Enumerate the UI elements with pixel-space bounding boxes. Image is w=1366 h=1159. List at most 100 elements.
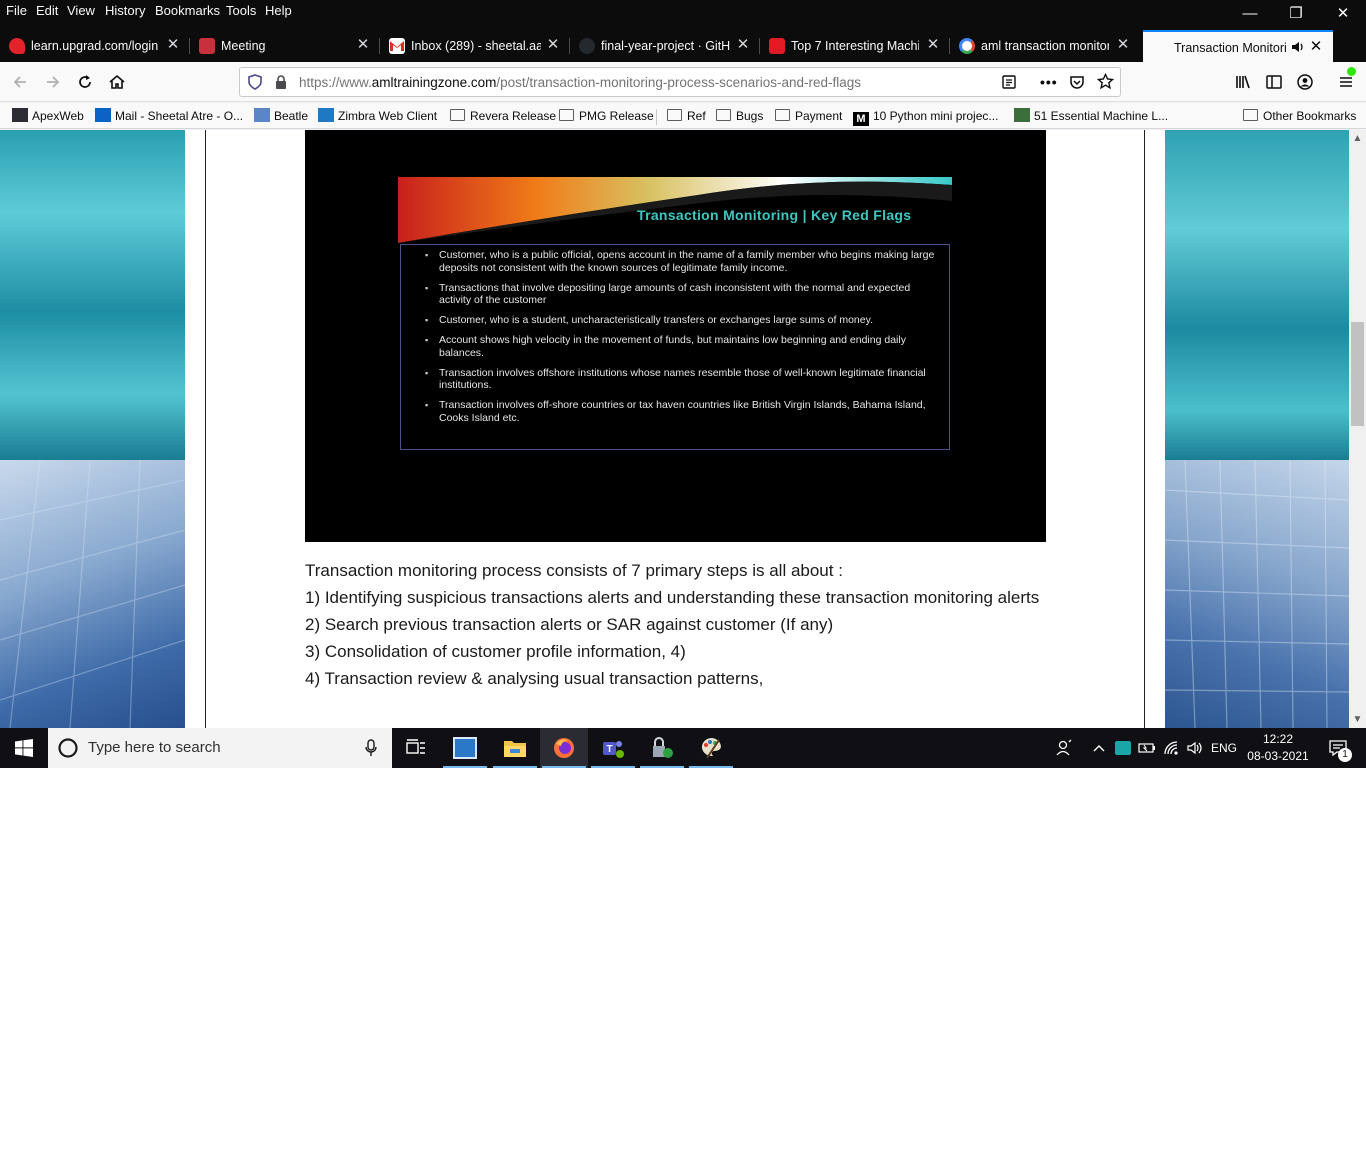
reader-view-icon[interactable] — [1001, 74, 1017, 95]
tab-upgrad[interactable]: learn.upgrad.com/login ✕ — [0, 30, 190, 62]
close-tab-icon[interactable]: ✕ — [1308, 39, 1324, 55]
taskbar-app-firefox[interactable] — [540, 728, 588, 768]
library-button[interactable] — [1229, 68, 1257, 96]
menu-history[interactable]: History — [105, 2, 145, 20]
site-icon — [1014, 108, 1030, 122]
url-text[interactable]: https://www.amltrainingzone.com/post/tra… — [299, 74, 861, 92]
article-paragraph: Transaction monitoring process consists … — [305, 561, 843, 580]
network-indicator[interactable] — [1160, 728, 1184, 768]
bookmark-folder-revera[interactable]: Revera Release — [450, 107, 556, 125]
menu-view[interactable]: View — [67, 2, 95, 20]
taskbar-app-paint[interactable] — [687, 728, 735, 768]
red-flag-item: Customer, who is a student, uncharacteri… — [401, 314, 949, 327]
show-hidden-icons-button[interactable] — [1088, 728, 1110, 768]
app-menu-button[interactable] — [1332, 66, 1360, 96]
google-icon — [959, 38, 975, 54]
close-tab-icon[interactable]: ✕ — [925, 37, 941, 53]
taskbar-search-box[interactable]: Type here to search — [48, 728, 392, 768]
reload-icon — [79, 75, 91, 88]
bookmark-star-icon[interactable] — [1096, 72, 1115, 95]
bookmark-mail[interactable]: Mail - Sheetal Atre - O... — [95, 107, 243, 125]
bookmark-folder-other[interactable]: Other Bookmarks — [1243, 107, 1356, 125]
tab-title: aml transaction monitor — [981, 39, 1109, 53]
microphone-icon[interactable] — [364, 739, 378, 757]
bookmark-apexweb[interactable]: ApexWeb — [12, 107, 84, 125]
minimize-button[interactable]: — — [1227, 0, 1273, 28]
taskbar-app-vpn[interactable] — [638, 728, 686, 768]
clock[interactable]: 12:22 08-03-2021 — [1242, 728, 1314, 768]
menu-file[interactable]: File — [6, 2, 27, 20]
close-tab-icon[interactable]: ✕ — [355, 37, 371, 53]
tab-meeting[interactable]: Meeting ✕ — [190, 30, 380, 62]
menu-bookmarks[interactable]: Bookmarks — [155, 2, 220, 20]
page-scrollbar[interactable]: ▲ ▼ — [1349, 130, 1366, 728]
tab-github[interactable]: final-year-project · GitHu ✕ — [570, 30, 760, 62]
input-language[interactable]: ENG — [1208, 728, 1240, 768]
back-button[interactable] — [6, 68, 34, 96]
folder-icon — [775, 109, 790, 121]
home-button[interactable] — [103, 68, 131, 96]
tab-transaction-monitoring[interactable]: Transaction Monitori ✕ — [1143, 30, 1333, 62]
article-icon — [769, 38, 785, 54]
restore-button[interactable]: ❐ — [1273, 0, 1319, 28]
pocket-icon[interactable] — [1069, 74, 1085, 95]
menu-edit[interactable]: Edit — [36, 2, 58, 20]
volume-indicator[interactable] — [1184, 728, 1206, 768]
menu-help[interactable]: Help — [265, 2, 292, 20]
address-bar[interactable]: https://www.amltrainingzone.com/post/tra… — [239, 67, 1121, 97]
bookmark-folder-bugs[interactable]: Bugs — [716, 107, 763, 125]
close-tab-icon[interactable]: ✕ — [735, 37, 751, 53]
action-center-button[interactable]: 1 — [1318, 728, 1358, 768]
video-slide[interactable]: Transaction Monitoring | Key Red Flags C… — [305, 130, 1046, 542]
scroll-up-arrow-icon[interactable]: ▲ — [1349, 130, 1366, 147]
bookmark-folder-payment[interactable]: Payment — [775, 107, 842, 125]
close-tab-icon[interactable]: ✕ — [545, 37, 561, 53]
bookmark-folder-pmg[interactable]: PMG Release — [559, 107, 654, 125]
taskbar-app-file-explorer[interactable] — [491, 728, 539, 768]
menu-tools[interactable]: Tools — [226, 2, 256, 20]
bookmark-folder-ref[interactable]: Ref — [667, 107, 706, 125]
bookmark-zimbra[interactable]: Zimbra Web Client — [318, 107, 437, 125]
tracking-protection-shield-icon[interactable] — [247, 74, 263, 95]
taskbar-app-teams[interactable]: T — [589, 728, 637, 768]
apexweb-icon — [12, 108, 28, 122]
update-badge-icon — [1346, 66, 1357, 77]
tab-title: final-year-project · GitHu — [601, 39, 731, 53]
red-flag-item: Transactions that involve depositing lar… — [401, 282, 949, 308]
lock-icon[interactable] — [274, 74, 288, 95]
page-actions-menu-icon[interactable]: ••• — [1040, 74, 1058, 90]
close-tab-icon[interactable]: ✕ — [1115, 37, 1131, 53]
bookmark-machine-learning[interactable]: 51 Essential Machine L... — [1014, 107, 1168, 125]
sidebar-toggle-button[interactable] — [1260, 68, 1288, 96]
reload-button[interactable] — [71, 68, 99, 96]
sidebar-icon — [1266, 75, 1282, 89]
scroll-down-arrow-icon[interactable]: ▼ — [1349, 711, 1366, 728]
close-window-button[interactable]: ✕ — [1320, 0, 1366, 28]
clock-time: 12:22 — [1262, 732, 1294, 746]
tab-gmail[interactable]: Inbox (289) - sheetal.aatr ✕ — [380, 30, 570, 62]
tab-google-search[interactable]: aml transaction monitor ✕ — [950, 30, 1140, 62]
battery-indicator[interactable] — [1136, 728, 1158, 768]
bookmark-python-projects[interactable]: M 10 Python mini projec... — [853, 107, 998, 126]
start-button[interactable] — [0, 728, 48, 768]
bookmark-beatle[interactable]: Beatle — [254, 107, 308, 125]
taskbar-app-file-explorer-remote[interactable] — [441, 728, 489, 768]
tray-eye-app[interactable] — [1112, 728, 1134, 768]
account-button[interactable] — [1291, 68, 1319, 96]
tab-top7[interactable]: Top 7 Interesting Machin ✕ — [760, 30, 950, 62]
forward-button[interactable] — [39, 68, 67, 96]
task-view-button[interactable] — [392, 728, 440, 768]
wifi-icon — [1164, 741, 1178, 755]
scrollbar-thumb[interactable] — [1351, 322, 1364, 426]
folder-icon — [716, 109, 731, 121]
speaker-icon[interactable] — [1290, 39, 1306, 55]
chevron-up-icon — [1093, 745, 1105, 752]
red-flag-item: Customer, who is a public official, open… — [401, 249, 949, 275]
gmail-icon — [389, 38, 405, 54]
active-indicator — [443, 766, 487, 768]
people-button[interactable] — [1050, 728, 1078, 768]
windows-logo-icon — [15, 739, 33, 757]
blog-post-column: Transaction Monitoring | Key Red Flags C… — [205, 130, 1145, 728]
file-explorer-icon — [504, 741, 526, 757]
close-tab-icon[interactable]: ✕ — [165, 37, 181, 53]
